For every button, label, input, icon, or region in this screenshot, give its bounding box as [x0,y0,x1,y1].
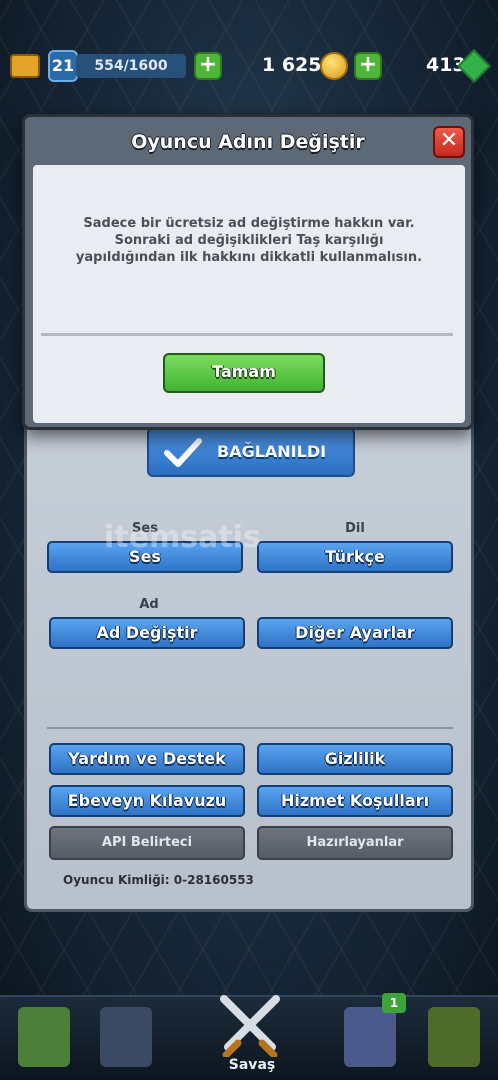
dialog-message: Sadece bir ücretsiz ad değiştirme hakkın… [75,216,423,265]
shop-icon[interactable] [18,1007,70,1067]
coin-icon [320,52,348,80]
settings-panel: BAĞLANILDI Ses Dil Ses Türkçe Ad Ad Deği… [24,412,474,912]
battle-label: Savaş [228,1057,276,1073]
xp-counter: 554/1600 [76,54,186,78]
player-id: Oyuncu Kimliği: 0-28160553 [63,873,254,887]
clan-badge: 1 [382,993,406,1013]
ok-button[interactable]: Tamam [163,353,325,393]
clan-icon[interactable] [344,1007,396,1067]
dialog-divider [41,333,453,336]
language-section-label: Dil [345,521,365,536]
name-section-label: Ad [139,597,159,612]
battle-swords-icon[interactable] [214,993,286,1057]
close-icon[interactable]: ✕ [433,126,465,158]
resource-bar: 21 554/1600 + 1 625 + 413 [0,42,498,92]
watermark: itemsatis [104,520,261,555]
chest-icon[interactable] [10,54,40,78]
terms-button[interactable]: Hizmet Koşulları [257,785,453,817]
dialog-body: Sadece bir ücretsiz ad değiştirme hakkın… [33,165,465,423]
change-name-dialog: Oyuncu Adını Değiştir ✕ Sadece bir ücret… [22,114,474,430]
connected-label: BAĞLANILDI [217,442,327,461]
bottom-nav: Savaş 1 [0,993,498,1080]
gold-counter: 1 625 [262,54,322,76]
connected-button[interactable]: BAĞLANILDI [147,427,355,477]
change-name-button[interactable]: Ad Değiştir [49,617,245,649]
add-gold-plus-icon[interactable]: + [354,52,382,80]
level-icon: 21 [48,50,78,82]
dialog-title: Oyuncu Adını Değiştir [131,131,365,153]
language-button[interactable]: Türkçe [257,541,453,573]
help-support-button[interactable]: Yardım ve Destek [49,743,245,775]
other-settings-button[interactable]: Diğer Ayarlar [257,617,453,649]
parents-guide-button[interactable]: Ebeveyn Kılavuzu [49,785,245,817]
cards-icon[interactable] [100,1007,152,1067]
settings-divider [47,727,453,729]
events-icon[interactable] [428,1007,480,1067]
api-token-button[interactable]: API Belirteci [49,826,245,860]
add-xp-plus-icon[interactable]: + [194,52,222,80]
check-icon [164,438,202,467]
credits-button[interactable]: Hazırlayanlar [257,826,453,860]
privacy-button[interactable]: Gizlilik [257,743,453,775]
